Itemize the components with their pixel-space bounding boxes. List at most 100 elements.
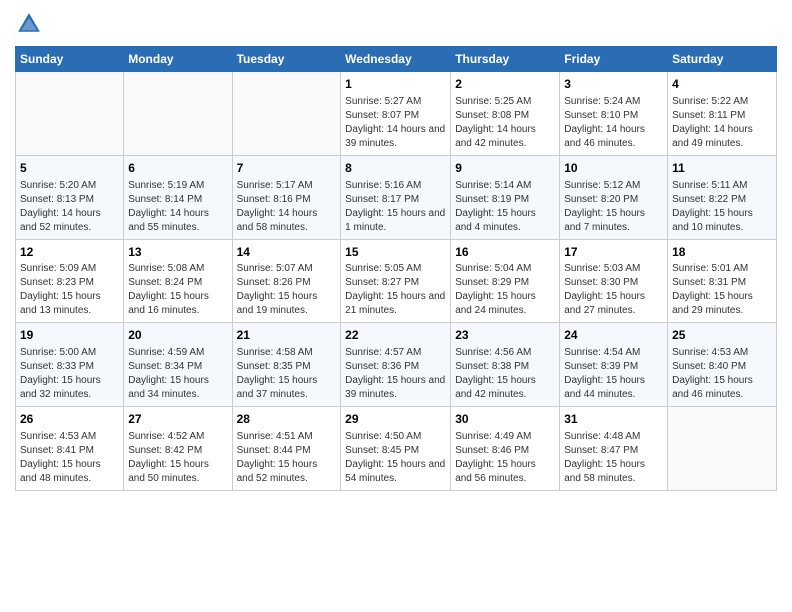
day-number: 14 (237, 244, 337, 261)
day-number: 23 (455, 327, 555, 344)
day-number: 28 (237, 411, 337, 428)
calendar-cell: 18Sunrise: 5:01 AM Sunset: 8:31 PM Dayli… (668, 239, 777, 323)
calendar-cell: 12Sunrise: 5:09 AM Sunset: 8:23 PM Dayli… (16, 239, 124, 323)
day-number: 11 (672, 160, 772, 177)
day-info: Sunrise: 5:08 AM Sunset: 8:24 PM Dayligh… (128, 262, 227, 318)
calendar-cell: 15Sunrise: 5:05 AM Sunset: 8:27 PM Dayli… (341, 239, 451, 323)
calendar-cell: 14Sunrise: 5:07 AM Sunset: 8:26 PM Dayli… (232, 239, 341, 323)
day-number: 3 (564, 76, 663, 93)
calendar-cell: 26 Sunrise: 4:53 AM Sunset: 8:41 PM Dayli… (16, 407, 124, 491)
day-number: 24 (564, 327, 663, 344)
day-number: 5 (20, 160, 119, 177)
day-info: Sunrise: 5:17 AM Sunset: 8:16 PM Dayligh… (237, 179, 337, 235)
calendar-cell (124, 72, 232, 156)
day-info: Sunrise: 5:01 AM Sunset: 8:31 PM Dayligh… (672, 262, 772, 318)
calendar-cell: 5Sunrise: 5:20 AM Sunset: 8:13 PM Daylig… (16, 155, 124, 239)
calendar-cell: 21 Sunrise: 4:58 AM Sunset: 8:35 PM Dayli… (232, 323, 341, 407)
day-info: Sunrise: 5:22 AM Sunset: 8:11 PM Dayligh… (672, 95, 772, 151)
day-number: 30 (455, 411, 555, 428)
calendar-cell: 11 Sunrise: 5:11 AM Sunset: 8:22 PM Dayli… (668, 155, 777, 239)
day-number: 2 (455, 76, 555, 93)
calendar-cell: 2 Sunrise: 5:25 AM Sunset: 8:08 PM Daylig… (451, 72, 560, 156)
day-number: 25 (672, 327, 772, 344)
calendar-table: SundayMondayTuesdayWednesdayThursdayFrid… (15, 46, 777, 491)
day-info: Sunrise: 4:59 AM Sunset: 8:34 PM Dayligh… (128, 346, 227, 402)
calendar-cell: 20 Sunrise: 4:59 AM Sunset: 8:34 PM Dayli… (124, 323, 232, 407)
day-info: Sunrise: 5:11 AM Sunset: 8:22 PM Dayligh… (672, 179, 772, 235)
day-info: Sunrise: 5:03 AM Sunset: 8:30 PM Dayligh… (564, 262, 663, 318)
day-info: Sunrise: 4:51 AM Sunset: 8:44 PM Dayligh… (237, 430, 337, 486)
day-info: Sunrise: 4:53 AM Sunset: 8:41 PM Dayligh… (20, 430, 119, 486)
day-info: Sunrise: 5:16 AM Sunset: 8:17 PM Dayligh… (345, 179, 446, 235)
day-number: 1 (345, 76, 446, 93)
day-info: Sunrise: 5:12 AM Sunset: 8:20 PM Dayligh… (564, 179, 663, 235)
day-info: Sunrise: 4:58 AM Sunset: 8:35 PM Dayligh… (237, 346, 337, 402)
calendar-day-header: Saturday (668, 47, 777, 72)
day-info: Sunrise: 5:04 AM Sunset: 8:29 PM Dayligh… (455, 262, 555, 318)
day-number: 7 (237, 160, 337, 177)
calendar-week-row: 5Sunrise: 5:20 AM Sunset: 8:13 PM Daylig… (16, 155, 777, 239)
calendar-cell: 13Sunrise: 5:08 AM Sunset: 8:24 PM Dayli… (124, 239, 232, 323)
calendar-cell: 7 Sunrise: 5:17 AM Sunset: 8:16 PM Daylig… (232, 155, 341, 239)
day-number: 26 (20, 411, 119, 428)
calendar-cell (16, 72, 124, 156)
day-info: Sunrise: 4:56 AM Sunset: 8:38 PM Dayligh… (455, 346, 555, 402)
day-info: Sunrise: 5:09 AM Sunset: 8:23 PM Dayligh… (20, 262, 119, 318)
calendar-cell: 19Sunrise: 5:00 AM Sunset: 8:33 PM Dayli… (16, 323, 124, 407)
calendar-cell: 29Sunrise: 4:50 AM Sunset: 8:45 PM Dayli… (341, 407, 451, 491)
calendar-day-header: Sunday (16, 47, 124, 72)
day-info: Sunrise: 4:53 AM Sunset: 8:40 PM Dayligh… (672, 346, 772, 402)
day-number: 20 (128, 327, 227, 344)
calendar-cell: 16Sunrise: 5:04 AM Sunset: 8:29 PM Dayli… (451, 239, 560, 323)
day-number: 6 (128, 160, 227, 177)
day-info: Sunrise: 4:49 AM Sunset: 8:46 PM Dayligh… (455, 430, 555, 486)
day-info: Sunrise: 4:54 AM Sunset: 8:39 PM Dayligh… (564, 346, 663, 402)
calendar-cell: 24 Sunrise: 4:54 AM Sunset: 8:39 PM Dayli… (560, 323, 668, 407)
calendar-cell: 3 Sunrise: 5:24 AM Sunset: 8:10 PM Daylig… (560, 72, 668, 156)
day-number: 8 (345, 160, 446, 177)
calendar-cell: 23 Sunrise: 4:56 AM Sunset: 8:38 PM Dayli… (451, 323, 560, 407)
day-info: Sunrise: 4:52 AM Sunset: 8:42 PM Dayligh… (128, 430, 227, 486)
day-number: 17 (564, 244, 663, 261)
calendar-day-header: Wednesday (341, 47, 451, 72)
logo (15, 10, 47, 38)
calendar-day-header: Thursday (451, 47, 560, 72)
day-info: Sunrise: 4:48 AM Sunset: 8:47 PM Dayligh… (564, 430, 663, 486)
day-info: Sunrise: 5:14 AM Sunset: 8:19 PM Dayligh… (455, 179, 555, 235)
calendar-cell: 31 Sunrise: 4:48 AM Sunset: 8:47 PM Dayli… (560, 407, 668, 491)
calendar-cell: 22Sunrise: 4:57 AM Sunset: 8:36 PM Dayli… (341, 323, 451, 407)
day-number: 29 (345, 411, 446, 428)
day-number: 13 (128, 244, 227, 261)
calendar-cell: 4 Sunrise: 5:22 AM Sunset: 8:11 PM Daylig… (668, 72, 777, 156)
day-number: 18 (672, 244, 772, 261)
day-info: Sunrise: 5:24 AM Sunset: 8:10 PM Dayligh… (564, 95, 663, 151)
day-info: Sunrise: 5:19 AM Sunset: 8:14 PM Dayligh… (128, 179, 227, 235)
calendar-cell: 10 Sunrise: 5:12 AM Sunset: 8:20 PM Dayli… (560, 155, 668, 239)
day-number: 10 (564, 160, 663, 177)
calendar-cell: 30 Sunrise: 4:49 AM Sunset: 8:46 PM Dayli… (451, 407, 560, 491)
day-number: 21 (237, 327, 337, 344)
calendar-cell: 8 Sunrise: 5:16 AM Sunset: 8:17 PM Daylig… (341, 155, 451, 239)
day-number: 31 (564, 411, 663, 428)
calendar-day-header: Tuesday (232, 47, 341, 72)
calendar-cell: 25 Sunrise: 4:53 AM Sunset: 8:40 PM Dayli… (668, 323, 777, 407)
calendar-cell: 27Sunrise: 4:52 AM Sunset: 8:42 PM Dayli… (124, 407, 232, 491)
day-number: 4 (672, 76, 772, 93)
day-number: 15 (345, 244, 446, 261)
day-number: 16 (455, 244, 555, 261)
day-info: Sunrise: 5:00 AM Sunset: 8:33 PM Dayligh… (20, 346, 119, 402)
calendar-cell: 28 Sunrise: 4:51 AM Sunset: 8:44 PM Dayli… (232, 407, 341, 491)
calendar-cell: 6 Sunrise: 5:19 AM Sunset: 8:14 PM Daylig… (124, 155, 232, 239)
calendar-week-row: 26 Sunrise: 4:53 AM Sunset: 8:41 PM Dayli… (16, 407, 777, 491)
day-info: Sunrise: 5:25 AM Sunset: 8:08 PM Dayligh… (455, 95, 555, 151)
calendar-cell (668, 407, 777, 491)
logo-icon (15, 10, 43, 38)
day-number: 22 (345, 327, 446, 344)
calendar-cell: 9Sunrise: 5:14 AM Sunset: 8:19 PM Daylig… (451, 155, 560, 239)
calendar-week-row: 1Sunrise: 5:27 AM Sunset: 8:07 PM Daylig… (16, 72, 777, 156)
page-header (15, 10, 777, 38)
calendar-cell (232, 72, 341, 156)
calendar-cell: 1Sunrise: 5:27 AM Sunset: 8:07 PM Daylig… (341, 72, 451, 156)
calendar-header-row: SundayMondayTuesdayWednesdayThursdayFrid… (16, 47, 777, 72)
calendar-day-header: Monday (124, 47, 232, 72)
